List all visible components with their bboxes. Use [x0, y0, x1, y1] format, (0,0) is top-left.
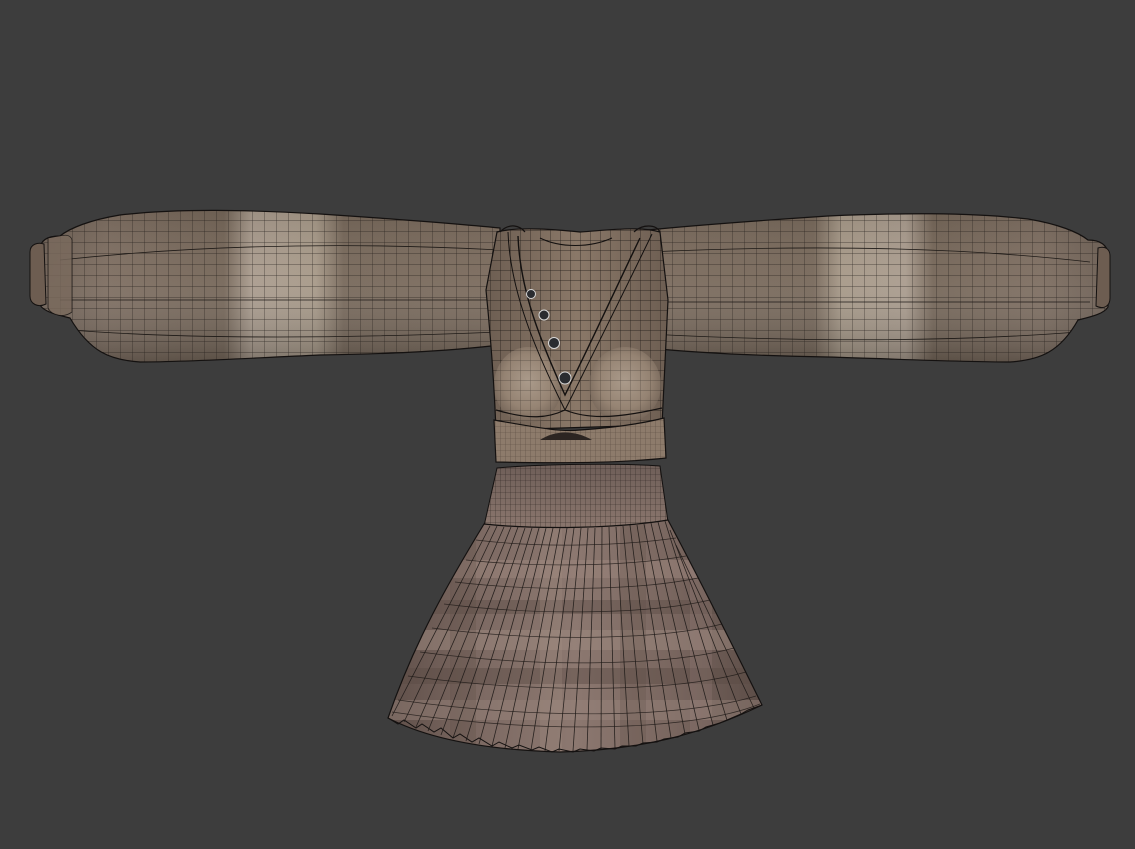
button-1 [526, 289, 536, 299]
3d-viewport[interactable] [0, 0, 1135, 849]
left-sleeve [29, 209, 501, 363]
right-sleeve [647, 213, 1111, 363]
button-3 [548, 337, 560, 349]
pleated-skirt [387, 519, 763, 753]
skirt-waistband [483, 463, 669, 529]
bodice [485, 225, 669, 431]
button-4 [558, 371, 572, 385]
model-render [29, 209, 1111, 753]
button-2 [538, 309, 550, 321]
